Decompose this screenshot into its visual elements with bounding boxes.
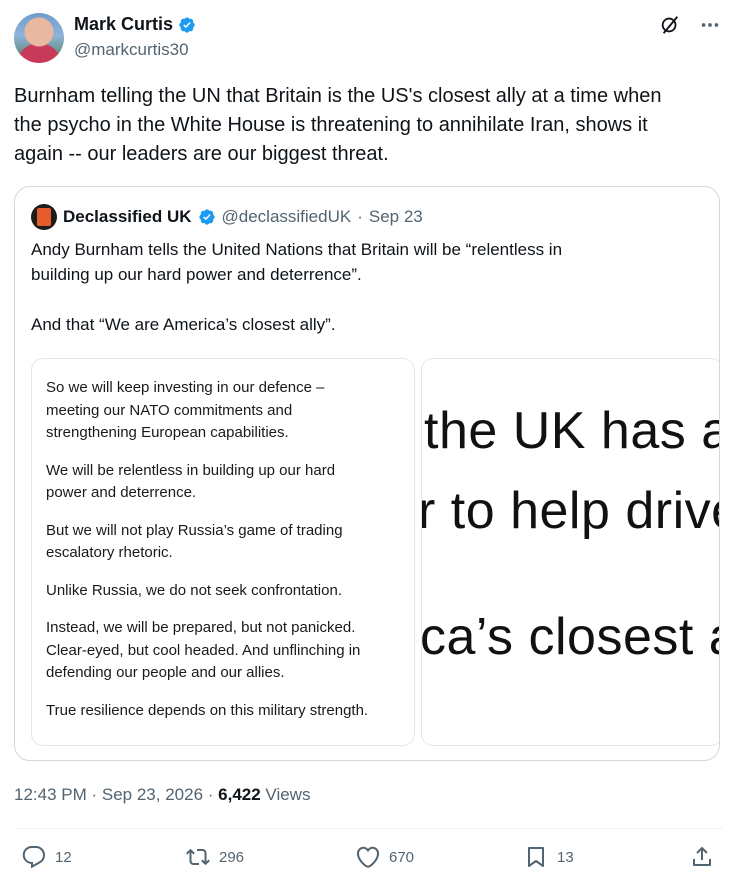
- reply-count: 12: [55, 848, 72, 866]
- action-bar: 12 296 670 13: [14, 845, 723, 873]
- tweet-text: Burnham telling the UN that Britain is t…: [14, 85, 662, 165]
- tweet-meta: 12:43 PM · Sep 23, 2026 · 6,422 Views: [14, 785, 311, 804]
- author-name-text[interactable]: Mark Curtis: [74, 14, 173, 35]
- speech-paragraph: Unlike Russia, we do not seek confrontat…: [46, 581, 342, 599]
- author-handle[interactable]: @markcurtis30: [74, 40, 189, 60]
- author-name[interactable]: Mark Curtis: [74, 14, 196, 35]
- speech-paragraph: So we will keep investing in our defence…: [46, 379, 325, 441]
- quote-avatar[interactable]: [31, 204, 57, 230]
- repost-icon: [186, 848, 210, 866]
- repost-button[interactable]: 296: [186, 845, 244, 869]
- tweet-date[interactable]: Sep 23, 2026: [102, 785, 203, 804]
- bookmark-count: 13: [557, 848, 574, 866]
- quote-image-zoomed-text[interactable]: the UK has a r to help drive ca’s closes…: [421, 358, 720, 746]
- share-button[interactable]: [690, 845, 714, 869]
- zoomed-text-line: ca’s closest a: [421, 608, 720, 666]
- speech-paragraph: True resilience depends on this military…: [46, 701, 369, 719]
- divider: [14, 828, 723, 829]
- share-icon: [693, 847, 711, 866]
- like-count: 670: [389, 848, 415, 866]
- like-button[interactable]: 670: [356, 845, 414, 869]
- repost-count: 296: [219, 848, 245, 866]
- quote-date[interactable]: Sep 23: [369, 207, 423, 227]
- verified-badge-icon: [198, 209, 215, 225]
- speech-paragraph: But we will not play Russia’s game of tr…: [46, 521, 343, 562]
- quote-image-speech-text[interactable]: So we will keep investing in our defence…: [31, 358, 415, 746]
- like-icon: [356, 846, 380, 868]
- quote-author-name[interactable]: Declassified UK: [63, 207, 192, 227]
- zoomed-text-line: the UK has a: [424, 402, 720, 460]
- quoted-tweet[interactable]: Declassified UK @declassifiedUK · Sep 23…: [14, 186, 720, 761]
- quote-author-handle[interactable]: @declassifiedUK: [222, 207, 352, 227]
- bookmark-icon: [528, 847, 544, 867]
- views-label: Views: [265, 785, 311, 804]
- grok-icon[interactable]: [659, 14, 681, 36]
- verified-badge-icon: [179, 16, 195, 33]
- quote-text: Andy Burnham tells the United Nations th…: [31, 240, 563, 334]
- tweet-time[interactable]: 12:43 PM: [14, 785, 87, 804]
- more-icon[interactable]: [699, 14, 721, 36]
- reply-button[interactable]: 12: [22, 845, 72, 869]
- speech-paragraph: Instead, we will be prepared, but not pa…: [46, 619, 361, 681]
- zoomed-text-line: r to help drive: [421, 482, 720, 540]
- speech-paragraph: We will be relentless in building up our…: [46, 461, 336, 502]
- quote-header: Declassified UK @declassifiedUK · Sep 23: [31, 204, 423, 230]
- bookmark-button[interactable]: 13: [524, 845, 574, 869]
- views-count: 6,422: [218, 785, 261, 804]
- reply-icon: [22, 846, 46, 869]
- author-avatar[interactable]: [14, 13, 64, 63]
